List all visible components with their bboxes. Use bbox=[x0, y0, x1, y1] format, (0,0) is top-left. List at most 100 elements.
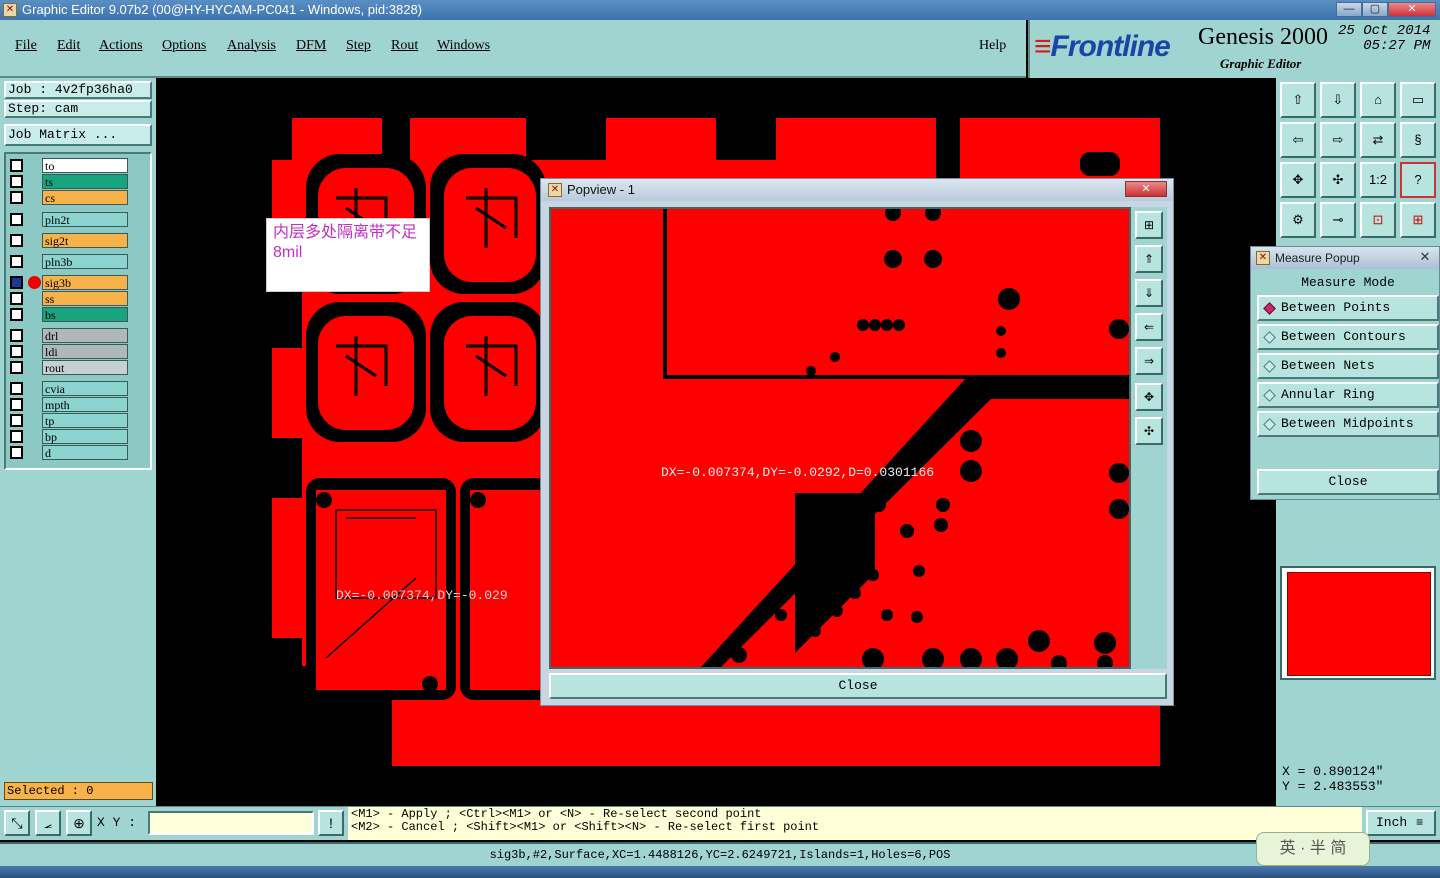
snap-mode-icon[interactable]: ⤡ bbox=[4, 810, 30, 836]
layer-row-sig2t[interactable]: sig2t bbox=[10, 233, 128, 248]
measure-mode-between-points[interactable]: Between Points bbox=[1257, 295, 1439, 321]
layer-checkbox[interactable] bbox=[10, 414, 23, 427]
pv-pan-left-icon[interactable]: ⇐ bbox=[1135, 313, 1163, 341]
fit-icon[interactable]: ⇩ bbox=[1320, 82, 1356, 118]
layer-row-to[interactable]: to bbox=[10, 158, 128, 173]
layer-name[interactable]: ldi bbox=[42, 344, 128, 359]
layer-row-mpth[interactable]: mpth bbox=[10, 397, 128, 412]
grid-snap-icon[interactable]: ⊕ bbox=[66, 810, 92, 836]
layer-name[interactable]: d bbox=[42, 445, 128, 460]
popview-close-button[interactable]: Close bbox=[549, 673, 1167, 699]
layer-row-ts[interactable]: ts bbox=[10, 174, 128, 189]
menu-edit[interactable]: Edit bbox=[57, 38, 80, 54]
help-icon[interactable]: ? bbox=[1400, 162, 1436, 198]
layer-name[interactable]: sig3b bbox=[42, 275, 128, 290]
warning-icon[interactable]: ! bbox=[318, 810, 344, 836]
drc-icon[interactable]: ⊡ bbox=[1360, 202, 1396, 238]
pv-pan-down-icon[interactable]: ⇓ bbox=[1135, 279, 1163, 307]
pv-zoom-in-icon[interactable]: ⊞ bbox=[1135, 211, 1163, 239]
layer-checkbox[interactable] bbox=[10, 329, 23, 342]
layer-checkbox[interactable] bbox=[10, 175, 23, 188]
close-window-button[interactable]: ✕ bbox=[1388, 2, 1436, 17]
minimize-button[interactable]: — bbox=[1336, 2, 1362, 17]
menu-file[interactable]: File bbox=[15, 38, 37, 54]
home-icon[interactable]: ⇧ bbox=[1280, 82, 1316, 118]
layer-row-ldi[interactable]: ldi bbox=[10, 344, 128, 359]
menu-windows[interactable]: Windows bbox=[437, 38, 490, 54]
menu-step[interactable]: Step bbox=[346, 38, 371, 54]
measure-icon[interactable]: ⊸ bbox=[1320, 202, 1356, 238]
layer-name[interactable]: cvia bbox=[42, 381, 128, 396]
popview-canvas[interactable]: DX=-0.007374,DY=-0.0292,D=0.0301166 bbox=[549, 207, 1131, 669]
menu-actions[interactable]: Actions bbox=[99, 38, 143, 54]
layer-row-sig3b[interactable]: sig3b bbox=[10, 275, 128, 290]
layer-checkbox[interactable] bbox=[10, 292, 23, 305]
unit-selector[interactable]: Inch ≡ bbox=[1366, 810, 1436, 836]
pan-left-icon[interactable]: ⇦ bbox=[1280, 122, 1316, 158]
zoom-home-icon[interactable]: ⌂ bbox=[1360, 82, 1396, 118]
layer-name[interactable]: mpth bbox=[42, 397, 128, 412]
menu-analysis[interactable]: Analysis bbox=[227, 38, 276, 54]
layer-checkbox[interactable] bbox=[10, 345, 23, 358]
pv-center-icon[interactable]: ✣ bbox=[1135, 417, 1163, 445]
layer-name[interactable]: bp bbox=[42, 429, 128, 444]
layer-name[interactable]: cs bbox=[42, 190, 128, 205]
zoom-fit-icon[interactable]: ✥ bbox=[1280, 162, 1316, 198]
layer-name[interactable]: ts bbox=[42, 174, 128, 189]
layer-row-tp[interactable]: tp bbox=[10, 413, 128, 428]
popview-close-icon[interactable]: ✕ bbox=[1125, 181, 1167, 197]
layer-checkbox[interactable] bbox=[10, 255, 23, 268]
layer-name[interactable]: ss bbox=[42, 291, 128, 306]
measure-close-button[interactable]: Close bbox=[1257, 469, 1439, 495]
layer-checkbox[interactable] bbox=[10, 398, 23, 411]
layer-row-pln2t[interactable]: pln2t bbox=[10, 212, 128, 227]
menu-options[interactable]: Options bbox=[162, 38, 206, 54]
scale-1-2-icon[interactable]: 1:2 bbox=[1360, 162, 1396, 198]
layer-row-bp[interactable]: bp bbox=[10, 429, 128, 444]
zoom-center-icon[interactable]: ✣ bbox=[1320, 162, 1356, 198]
layer-checkbox[interactable] bbox=[10, 276, 23, 289]
layer-checkbox[interactable] bbox=[10, 191, 23, 204]
pv-fit-icon[interactable]: ✥ bbox=[1135, 383, 1163, 411]
measure-mode-annular-ring[interactable]: Annular Ring bbox=[1257, 382, 1439, 408]
layer-name[interactable]: pln2t bbox=[42, 212, 128, 227]
menu-dfm[interactable]: DFM bbox=[296, 38, 326, 54]
angle-snap-icon[interactable]: ⦟ bbox=[35, 810, 61, 836]
measure-mode-between-contours[interactable]: Between Contours bbox=[1257, 324, 1439, 350]
measure-mode-between-midpoints[interactable]: Between Midpoints bbox=[1257, 411, 1439, 437]
swap-icon[interactable]: ⇄ bbox=[1360, 122, 1396, 158]
net-icon[interactable]: ⊞ bbox=[1400, 202, 1436, 238]
menu-rout[interactable]: Rout bbox=[391, 38, 418, 54]
layer-row-cs[interactable]: cs bbox=[10, 190, 128, 205]
layer-row-pln3b[interactable]: pln3b bbox=[10, 254, 128, 269]
measure-close-icon[interactable]: ✕ bbox=[1413, 249, 1437, 265]
layer-name[interactable]: drl bbox=[42, 328, 128, 343]
layer-checkbox[interactable] bbox=[10, 361, 23, 374]
menu-help[interactable]: Help bbox=[979, 38, 1006, 54]
layer-checkbox[interactable] bbox=[10, 430, 23, 443]
snap-icon[interactable]: ⚙ bbox=[1280, 202, 1316, 238]
minimap[interactable] bbox=[1280, 566, 1436, 680]
zoom-area-icon[interactable]: ▭ bbox=[1400, 82, 1436, 118]
layer-row-cvia[interactable]: cvia bbox=[10, 381, 128, 396]
layer-name[interactable]: tp bbox=[42, 413, 128, 428]
layer-checkbox[interactable] bbox=[10, 234, 23, 247]
layer-row-ss[interactable]: ss bbox=[10, 291, 128, 306]
layer-name[interactable]: to bbox=[42, 158, 128, 173]
maximize-button[interactable]: ▢ bbox=[1362, 2, 1388, 17]
layer-row-rout[interactable]: rout bbox=[10, 360, 128, 375]
pan-right-icon[interactable]: ⇨ bbox=[1320, 122, 1356, 158]
layer-name[interactable]: pln3b bbox=[42, 254, 128, 269]
measure-mode-between-nets[interactable]: Between Nets bbox=[1257, 353, 1439, 379]
layer-row-drl[interactable]: drl bbox=[10, 328, 128, 343]
pv-pan-right-icon[interactable]: ⇒ bbox=[1135, 347, 1163, 375]
ime-indicator[interactable]: 英 · 半 简 bbox=[1256, 832, 1370, 866]
layer-checkbox[interactable] bbox=[10, 446, 23, 459]
layer-checkbox[interactable] bbox=[10, 213, 23, 226]
layer-name[interactable]: rout bbox=[42, 360, 128, 375]
layer-row-d[interactable]: d bbox=[10, 445, 128, 460]
pv-pan-up-icon[interactable]: ⇑ bbox=[1135, 245, 1163, 273]
layer-name[interactable]: sig2t bbox=[42, 233, 128, 248]
layer-checkbox[interactable] bbox=[10, 382, 23, 395]
xy-input[interactable] bbox=[148, 811, 314, 835]
